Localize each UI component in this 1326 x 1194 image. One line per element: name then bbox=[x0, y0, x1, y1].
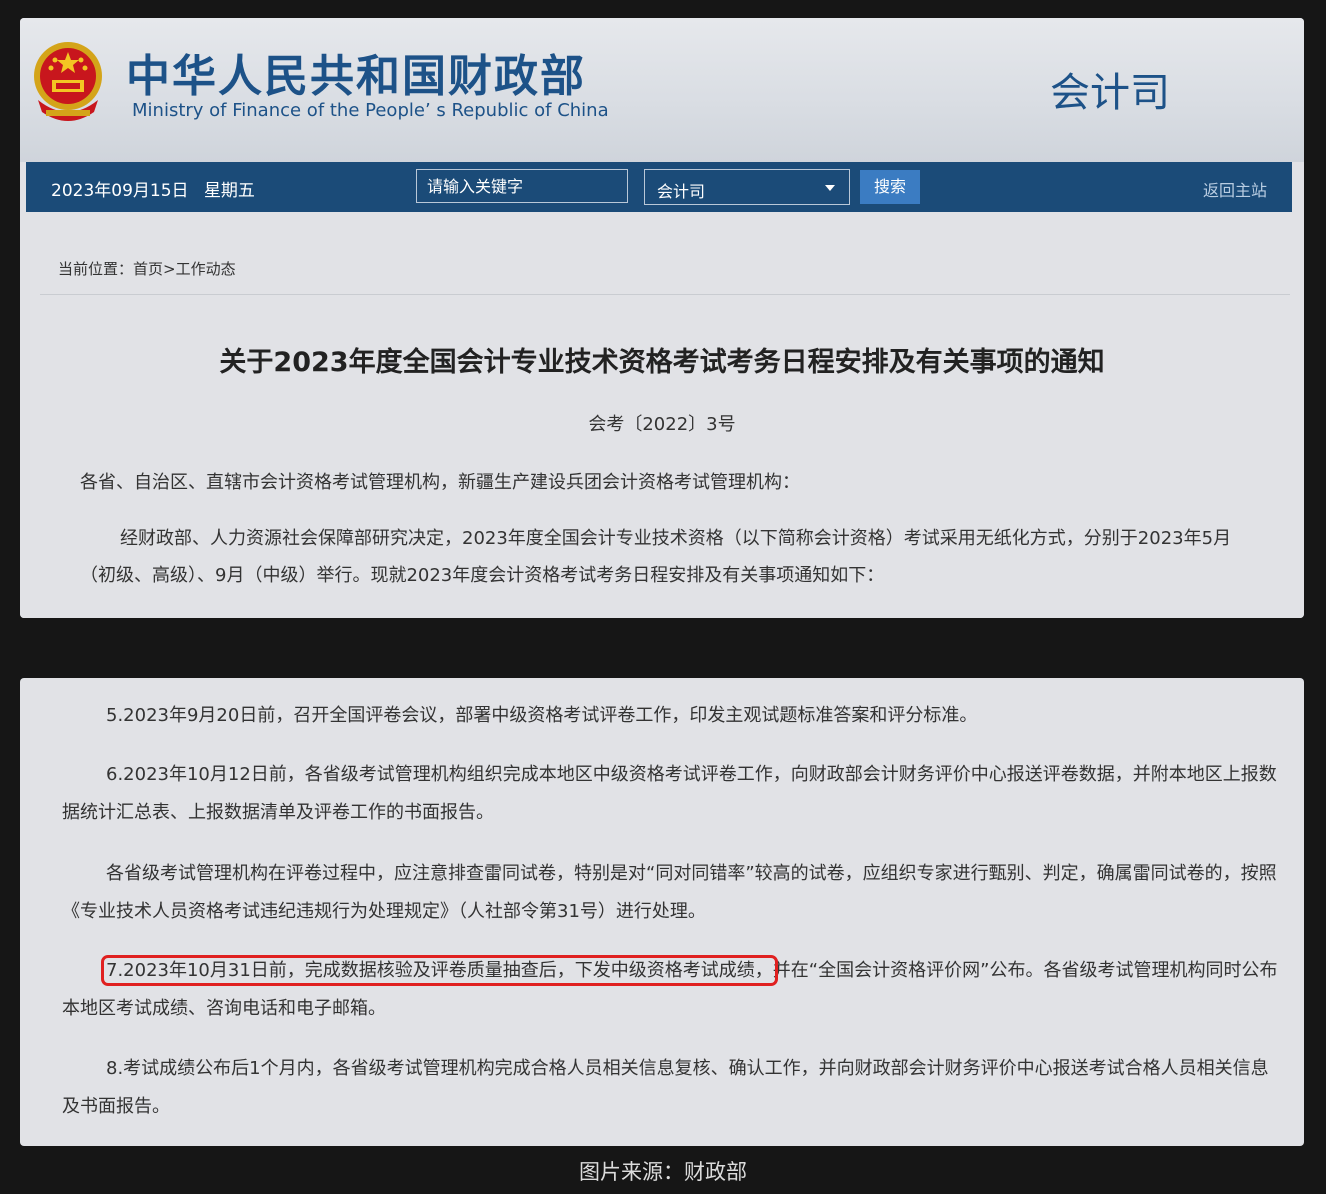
note-text: 各省级考试管理机构在评卷过程中，应注意排查雷同试卷，特别是对“同对同错率”较高的… bbox=[62, 863, 1277, 922]
select-value: 会计司 bbox=[657, 182, 706, 201]
breadcrumb-current-link[interactable]: 工作动态 bbox=[176, 260, 236, 278]
breadcrumb: 当前位置：首页>工作动态 bbox=[58, 258, 236, 279]
nav-bar: 2023年09月15日 星期五 会计司 搜索 返回主站 bbox=[26, 162, 1292, 212]
search-button[interactable]: 搜索 bbox=[860, 170, 920, 204]
note-paragraph: 各省级考试管理机构在评卷过程中，应注意排查雷同试卷，特别是对“同对同错率”较高的… bbox=[62, 855, 1278, 931]
item-5-text: 5.2023年9月20日前，召开全国评卷会议，部署中级资格考试评卷工作，印发主观… bbox=[106, 705, 978, 726]
item-7-highlighted-text: 7.2023年10月31日前，完成数据核验及评卷质量抽查后，下发中级资格考试成绩… bbox=[101, 955, 778, 986]
site-title-en: Ministry of Finance of the People’ s Rep… bbox=[132, 100, 609, 121]
date-text: 2023年09月15日 bbox=[51, 181, 189, 201]
search-input[interactable] bbox=[416, 169, 628, 203]
national-emblem-icon bbox=[34, 42, 102, 121]
item-8-paragraph: 8.考试成绩公布后1个月内，各省级考试管理机构完成合格人员相关信息复核、确认工作… bbox=[62, 1050, 1278, 1126]
breadcrumb-prefix: 当前位置： bbox=[58, 260, 134, 278]
intro-paragraph: 经财政部、人力资源社会保障部研究决定，2023年度全国会计专业技术资格（以下简称… bbox=[80, 520, 1250, 594]
breadcrumb-separator: > bbox=[163, 260, 176, 278]
item-5-paragraph: 5.2023年9月20日前，召开全国评卷会议，部署中级资格考试评卷工作，印发主观… bbox=[62, 697, 1278, 735]
site-title-cn: 中华人民共和国财政部 bbox=[126, 51, 586, 102]
item-8-text: 8.考试成绩公布后1个月内，各省级考试管理机构完成合格人员相关信息复核、确认工作… bbox=[62, 1058, 1269, 1117]
webpage-bottom-panel: 5.2023年9月20日前，召开全国评卷会议，部署中级资格考试评卷工作，印发主观… bbox=[20, 678, 1304, 1146]
webpage-top-panel: 中华人民共和国财政部 Ministry of Finance of the Pe… bbox=[20, 18, 1304, 618]
chevron-down-icon bbox=[825, 185, 835, 191]
return-home-link[interactable]: 返回主站 bbox=[1203, 177, 1267, 201]
intro-text: 经财政部、人力资源社会保障部研究决定，2023年度全国会计专业技术资格（以下简称… bbox=[80, 528, 1232, 586]
item-6-text: 6.2023年10月12日前，各省级考试管理机构组织完成本地区中级资格考试评卷工… bbox=[62, 764, 1277, 823]
item-6-paragraph: 6.2023年10月12日前，各省级考试管理机构组织完成本地区中级资格考试评卷工… bbox=[62, 756, 1278, 832]
item-7-paragraph: 7.2023年10月31日前，完成数据核验及评卷质量抽查后，下发中级资格考试成绩… bbox=[62, 952, 1278, 1028]
breadcrumb-home-link[interactable]: 首页 bbox=[133, 260, 163, 278]
divider bbox=[40, 294, 1290, 295]
salutation: 各省、自治区、直辖市会计资格考试管理机构，新疆生产建设兵团会计资格考试管理机构： bbox=[80, 472, 800, 493]
article-title: 关于2023年度全国会计专业技术资格考试考务日程安排及有关事项的通知 bbox=[219, 347, 1105, 378]
department-select[interactable]: 会计司 bbox=[644, 169, 850, 205]
current-date: 2023年09月15日 星期五 bbox=[51, 176, 255, 201]
image-source-caption: 图片来源：财政部 bbox=[579, 1160, 747, 1184]
document-number: 会考〔2022〕3号 bbox=[588, 414, 736, 435]
weekday-text: 星期五 bbox=[203, 181, 255, 201]
department-name: 会计司 bbox=[1050, 70, 1170, 116]
